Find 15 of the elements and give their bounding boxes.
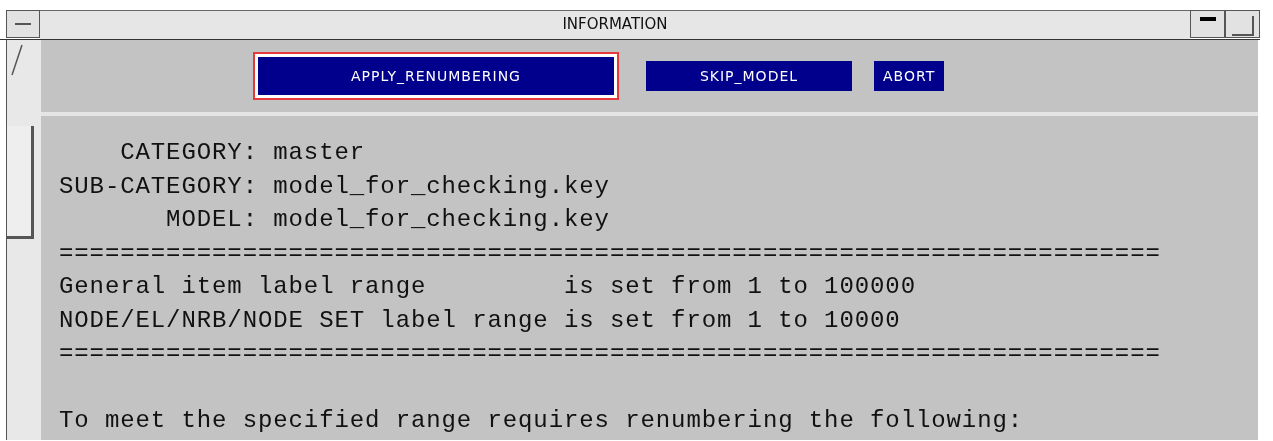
output-line: CATEGORY: master (119, 138, 366, 168)
output-line: NODE/EL/NRB/NODE SET label range is set from 1 to 10000 (59, 305, 901, 336)
dialog-button[interactable]: APPLY_RENUMBERING (253, 52, 619, 100)
output-line: ======================================================================== (59, 339, 1161, 369)
output-line: ======================================================================== (59, 238, 1161, 269)
window-menu-button[interactable] (6, 10, 40, 38)
maximize-button[interactable] (1225, 10, 1260, 38)
output-line: SUB-CATEGORY: model_for_checking.key (59, 171, 610, 202)
scrollbar-thumb[interactable] (7, 126, 34, 239)
output-line: To meet the specified range requires renumbering the following: (59, 405, 1024, 436)
resize-grip-icon (11, 44, 23, 76)
minimize-button[interactable] (1190, 10, 1225, 38)
output-line: MODEL: model_for_checking.key (165, 205, 610, 235)
output-line: General item label range is set from 1 to 100000 (59, 272, 916, 302)
window-title: INFORMATION (40, 10, 1190, 39)
